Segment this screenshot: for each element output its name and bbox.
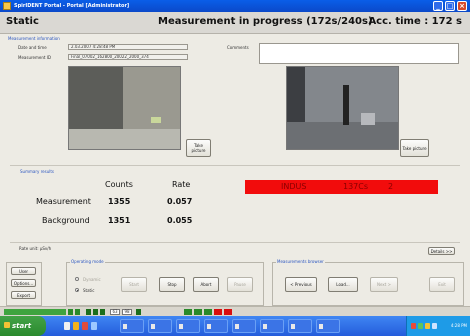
abort-button[interactable]: Abort xyxy=(193,277,219,292)
taskbar: start 4:28 PM xyxy=(0,316,470,336)
comments-field[interactable] xyxy=(259,43,459,64)
window-title: SpirIDENT Portal - Portal [Administrator… xyxy=(14,3,130,9)
status-strip: 63 98 xyxy=(0,306,470,316)
nuclide-alarm-bar: INDUS 137Cs 2 xyxy=(245,180,438,194)
take-picture-button-2[interactable]: Take picture xyxy=(400,139,429,157)
background-counts: 1351 xyxy=(108,216,131,225)
alarm-category: INDUS xyxy=(281,182,307,191)
taskbar-button[interactable] xyxy=(204,319,228,333)
details-button[interactable]: Details >> xyxy=(428,247,455,255)
quicklaunch-icon[interactable] xyxy=(82,322,88,330)
taskbar-button[interactable] xyxy=(316,319,340,333)
rate-unit: Rate unit: µSv/h xyxy=(19,246,52,251)
status-indicator xyxy=(184,309,192,315)
tray-icon[interactable] xyxy=(425,323,430,329)
counts-header: Counts xyxy=(105,180,133,189)
dynamic-label: Dynamic xyxy=(83,277,101,282)
take-picture-button-1[interactable]: Take picture xyxy=(186,139,211,157)
rate-header: Rate xyxy=(172,180,191,189)
clock: 4:28 PM xyxy=(450,323,467,328)
status-indicator xyxy=(93,309,98,315)
status-indicator xyxy=(100,309,105,315)
taskbar-button[interactable] xyxy=(232,319,256,333)
system-tray: 4:28 PM xyxy=(406,316,470,336)
maximize-icon[interactable]: □ xyxy=(445,1,455,11)
previous-button[interactable]: < Previous xyxy=(285,277,317,292)
browser-title: Measurements browser xyxy=(276,259,325,264)
mode-label: Static xyxy=(6,16,39,27)
taskbar-button[interactable] xyxy=(288,319,312,333)
status-indicator xyxy=(4,309,66,315)
status-indicator xyxy=(136,309,141,315)
dynamic-radio[interactable] xyxy=(75,277,79,281)
status-indicator xyxy=(75,309,80,315)
status-indicator xyxy=(194,309,202,315)
measurement-row-label: Measurement xyxy=(36,197,91,206)
measurement-rate: 0.057 xyxy=(167,197,193,206)
alarm-nuclide: 137Cs xyxy=(343,182,369,191)
measurement-counts: 1355 xyxy=(108,197,131,206)
window-controls: _ □ × xyxy=(433,1,467,11)
exit-button[interactable]: Exit xyxy=(429,277,455,292)
start-button[interactable]: start xyxy=(0,316,46,336)
static-label: Static xyxy=(83,288,95,293)
alarm-count: 2 xyxy=(388,182,394,191)
id-field: Final_07002_162800_20022_2000_374 xyxy=(68,54,188,60)
window-titlebar: SpirIDENT Portal - Portal [Administrator… xyxy=(0,0,470,12)
pause-button[interactable]: Pause xyxy=(227,277,253,292)
status-indicator xyxy=(86,309,91,315)
operating-mode-title: Operating mode xyxy=(70,259,105,264)
taskbar-button[interactable] xyxy=(260,319,284,333)
camera-image-1 xyxy=(68,66,181,150)
date-label: Date and time xyxy=(18,45,47,50)
acc-time: Acc. time : 172 s xyxy=(368,16,462,27)
measurement-info-title: Measurement information xyxy=(8,36,60,41)
section-divider xyxy=(10,165,460,166)
stop-button[interactable]: Stop xyxy=(159,277,185,292)
export-button[interactable]: Export xyxy=(11,291,36,299)
static-radio[interactable] xyxy=(75,288,79,292)
status-indicator xyxy=(204,309,212,315)
status-value-2: 98 xyxy=(122,309,132,315)
status-indicator xyxy=(214,309,222,315)
tray-icon[interactable] xyxy=(411,323,416,329)
id-label: Measurement ID xyxy=(18,55,51,60)
start-button[interactable]: Start xyxy=(121,277,147,292)
quicklaunch-icon[interactable] xyxy=(64,322,70,330)
comments-label: Comments xyxy=(227,45,249,50)
section-divider xyxy=(10,242,460,243)
status-header: Static Measurement in progress (172s/240… xyxy=(0,12,470,34)
summary-title: Summary results xyxy=(20,169,55,174)
options-button[interactable]: Options... xyxy=(11,279,36,287)
close-icon[interactable]: × xyxy=(457,1,467,11)
measurement-status: Measurement in progress (172s/240s) xyxy=(158,16,373,27)
status-indicator xyxy=(224,309,232,315)
taskbar-button[interactable] xyxy=(148,319,172,333)
tray-icon[interactable] xyxy=(418,323,423,329)
status-indicator xyxy=(68,309,73,315)
tray-icon[interactable] xyxy=(432,323,437,329)
next-button[interactable]: Next > xyxy=(370,277,398,292)
minimize-icon[interactable]: _ xyxy=(433,1,443,11)
load-button[interactable]: Load... xyxy=(328,277,358,292)
status-value-1: 63 xyxy=(110,309,120,315)
background-row-label: Background xyxy=(42,216,90,225)
main-content: Measurement information Date and time 2.… xyxy=(0,34,470,316)
taskbar-button[interactable] xyxy=(120,319,144,333)
date-field: 2.03.2007 4:28:48 PM xyxy=(68,44,188,50)
quicklaunch-icon[interactable] xyxy=(73,322,79,330)
quicklaunch-icon[interactable] xyxy=(91,322,97,330)
taskbar-button[interactable] xyxy=(176,319,200,333)
camera-image-2 xyxy=(286,66,399,150)
background-rate: 0.055 xyxy=(167,216,193,225)
user-button[interactable]: User xyxy=(11,267,36,275)
app-icon xyxy=(3,2,11,10)
